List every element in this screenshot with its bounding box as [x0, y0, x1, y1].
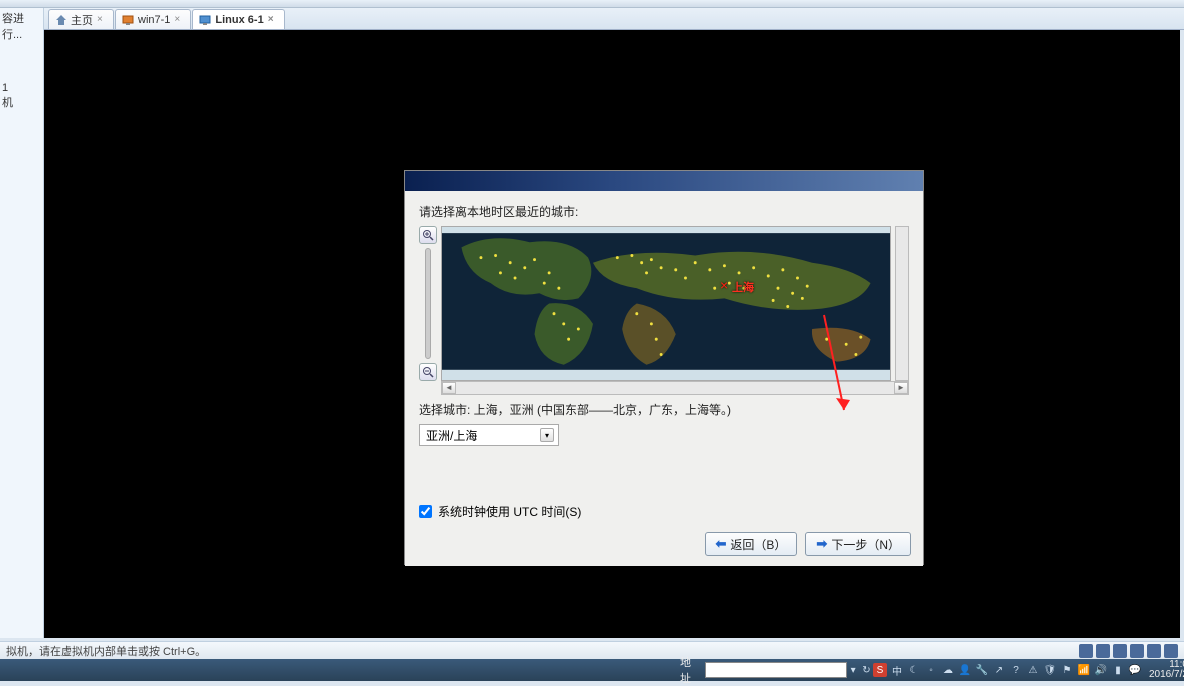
device-icon[interactable]	[1113, 644, 1127, 658]
shield-icon[interactable]: 🛡	[1043, 663, 1057, 677]
next-button[interactable]: ➡ 下一步（N）	[805, 532, 911, 556]
close-icon[interactable]: ×	[268, 15, 278, 25]
refresh-icon[interactable]: ↻	[860, 663, 873, 677]
windows-taskbar: 地址 ▾ ↻ S 中 ☾ ◦ ☁ 👤 🔧 ↗ ? ⚠ 🛡 ⚑ 📶 🔊 ▮ 💬 1…	[0, 659, 1184, 681]
arrow-right-icon: ➡	[816, 536, 827, 552]
installer-dialog: 请选择离本地时区最近的城市:	[404, 170, 924, 565]
tab-linux[interactable]: Linux 6-1 ×	[192, 9, 284, 29]
utc-checkbox-label: 系统时钟使用 UTC 时间(S)	[438, 503, 581, 520]
timezone-select[interactable]: 亚洲/上海 ▾	[419, 424, 559, 446]
chevron-down-icon: ▾	[540, 428, 554, 442]
address-label: 地址	[680, 654, 701, 686]
map-scrollbar-horizontal[interactable]: ◄ ►	[441, 381, 909, 395]
message-icon[interactable]: 💬	[1128, 663, 1142, 677]
back-button[interactable]: ⬅ 返回（B）	[705, 532, 798, 556]
zoom-out-button[interactable]	[419, 363, 437, 381]
ime-lang-icon[interactable]: 中	[890, 663, 904, 677]
tab-label: win7-1	[138, 14, 170, 26]
installer-header	[405, 171, 923, 191]
world-map[interactable]: × 上海	[441, 226, 891, 381]
tab-win7[interactable]: win7-1 ×	[115, 9, 191, 29]
device-icon[interactable]	[1096, 644, 1110, 658]
taskbar-left: 地址 ▾ ↻	[0, 654, 873, 686]
left-panel-text: 容进行...	[2, 10, 41, 42]
timezone-select-value: 亚洲/上海	[426, 427, 477, 444]
map-scrollbar-vertical[interactable]	[895, 226, 909, 381]
map-city-label: 上海	[732, 279, 754, 295]
left-panel-item: 1	[2, 82, 41, 94]
person-icon[interactable]: 👤	[958, 663, 972, 677]
left-panel-item: 机	[2, 94, 41, 110]
network-icon[interactable]: 📶	[1077, 663, 1091, 677]
installer-body: 请选择离本地时区最近的城市:	[405, 191, 923, 566]
chevron-down-icon[interactable]: ▾	[847, 663, 860, 677]
dot-icon: ◦	[924, 663, 938, 677]
selected-city-label: 选择城市: 上海，亚洲 (中国东部——北京，广东，上海等。)	[419, 401, 909, 418]
tab-bar: 主页 × win7-1 × Linux 6-1 ×	[0, 8, 1184, 30]
nav-buttons: ⬅ 返回（B） ➡ 下一步（N）	[705, 532, 912, 556]
tab-label: 主页	[71, 12, 93, 28]
help-icon[interactable]: ?	[1009, 663, 1023, 677]
link-icon[interactable]: ↗	[992, 663, 1006, 677]
app-toolbar	[0, 0, 1184, 8]
device-icon[interactable]	[1079, 644, 1093, 658]
map-area: × 上海	[419, 226, 909, 381]
arrow-left-icon: ⬅	[716, 536, 727, 552]
vm-icon	[122, 14, 134, 26]
left-panel: 容进行... 1 机	[0, 8, 44, 638]
zoom-controls	[419, 226, 437, 381]
zoom-slider[interactable]	[425, 248, 431, 359]
clock-date: 2016/7/21	[1149, 670, 1184, 680]
battery-icon[interactable]: ▮	[1111, 663, 1125, 677]
timezone-prompt: 请选择离本地时区最近的城市:	[419, 203, 909, 220]
device-icon[interactable]	[1147, 644, 1161, 658]
scroll-left-icon[interactable]: ◄	[442, 382, 456, 394]
volume-icon[interactable]: 🔊	[1094, 663, 1108, 677]
utc-checkbox-row: 系统时钟使用 UTC 时间(S)	[419, 503, 581, 520]
next-button-label: 下一步（N）	[831, 536, 900, 553]
scroll-right-icon[interactable]: ►	[894, 382, 908, 394]
taskbar-clock[interactable]: 11:07 2016/7/21	[1149, 660, 1184, 680]
ime-icon[interactable]: S	[873, 663, 887, 677]
address-input[interactable]	[705, 662, 847, 678]
system-tray: S 中 ☾ ◦ ☁ 👤 🔧 ↗ ? ⚠ 🛡 ⚑ 📶 🔊 ▮ 💬 11:07 20…	[873, 660, 1184, 680]
home-icon	[55, 14, 67, 26]
wrench-icon[interactable]: 🔧	[975, 663, 989, 677]
device-icon[interactable]	[1130, 644, 1144, 658]
cloud-icon[interactable]: ☁	[941, 663, 955, 677]
vm-viewport[interactable]: 请选择离本地时区最近的城市:	[44, 30, 1180, 638]
back-button-label: 返回（B）	[730, 536, 786, 553]
utc-checkbox[interactable]	[419, 505, 432, 518]
tab-label: Linux 6-1	[215, 14, 263, 26]
moon-icon[interactable]: ☾	[907, 663, 921, 677]
vm-device-icons	[1079, 644, 1178, 658]
device-icon[interactable]	[1164, 644, 1178, 658]
vm-icon	[199, 14, 211, 26]
alert-icon[interactable]: ⚠	[1026, 663, 1040, 677]
map-marker-shanghai: ×	[720, 277, 728, 293]
close-icon[interactable]: ×	[97, 15, 107, 25]
close-icon[interactable]: ×	[174, 15, 184, 25]
flag-icon[interactable]: ⚑	[1060, 663, 1074, 677]
zoom-in-button[interactable]	[419, 226, 437, 244]
tab-home[interactable]: 主页 ×	[48, 9, 114, 29]
